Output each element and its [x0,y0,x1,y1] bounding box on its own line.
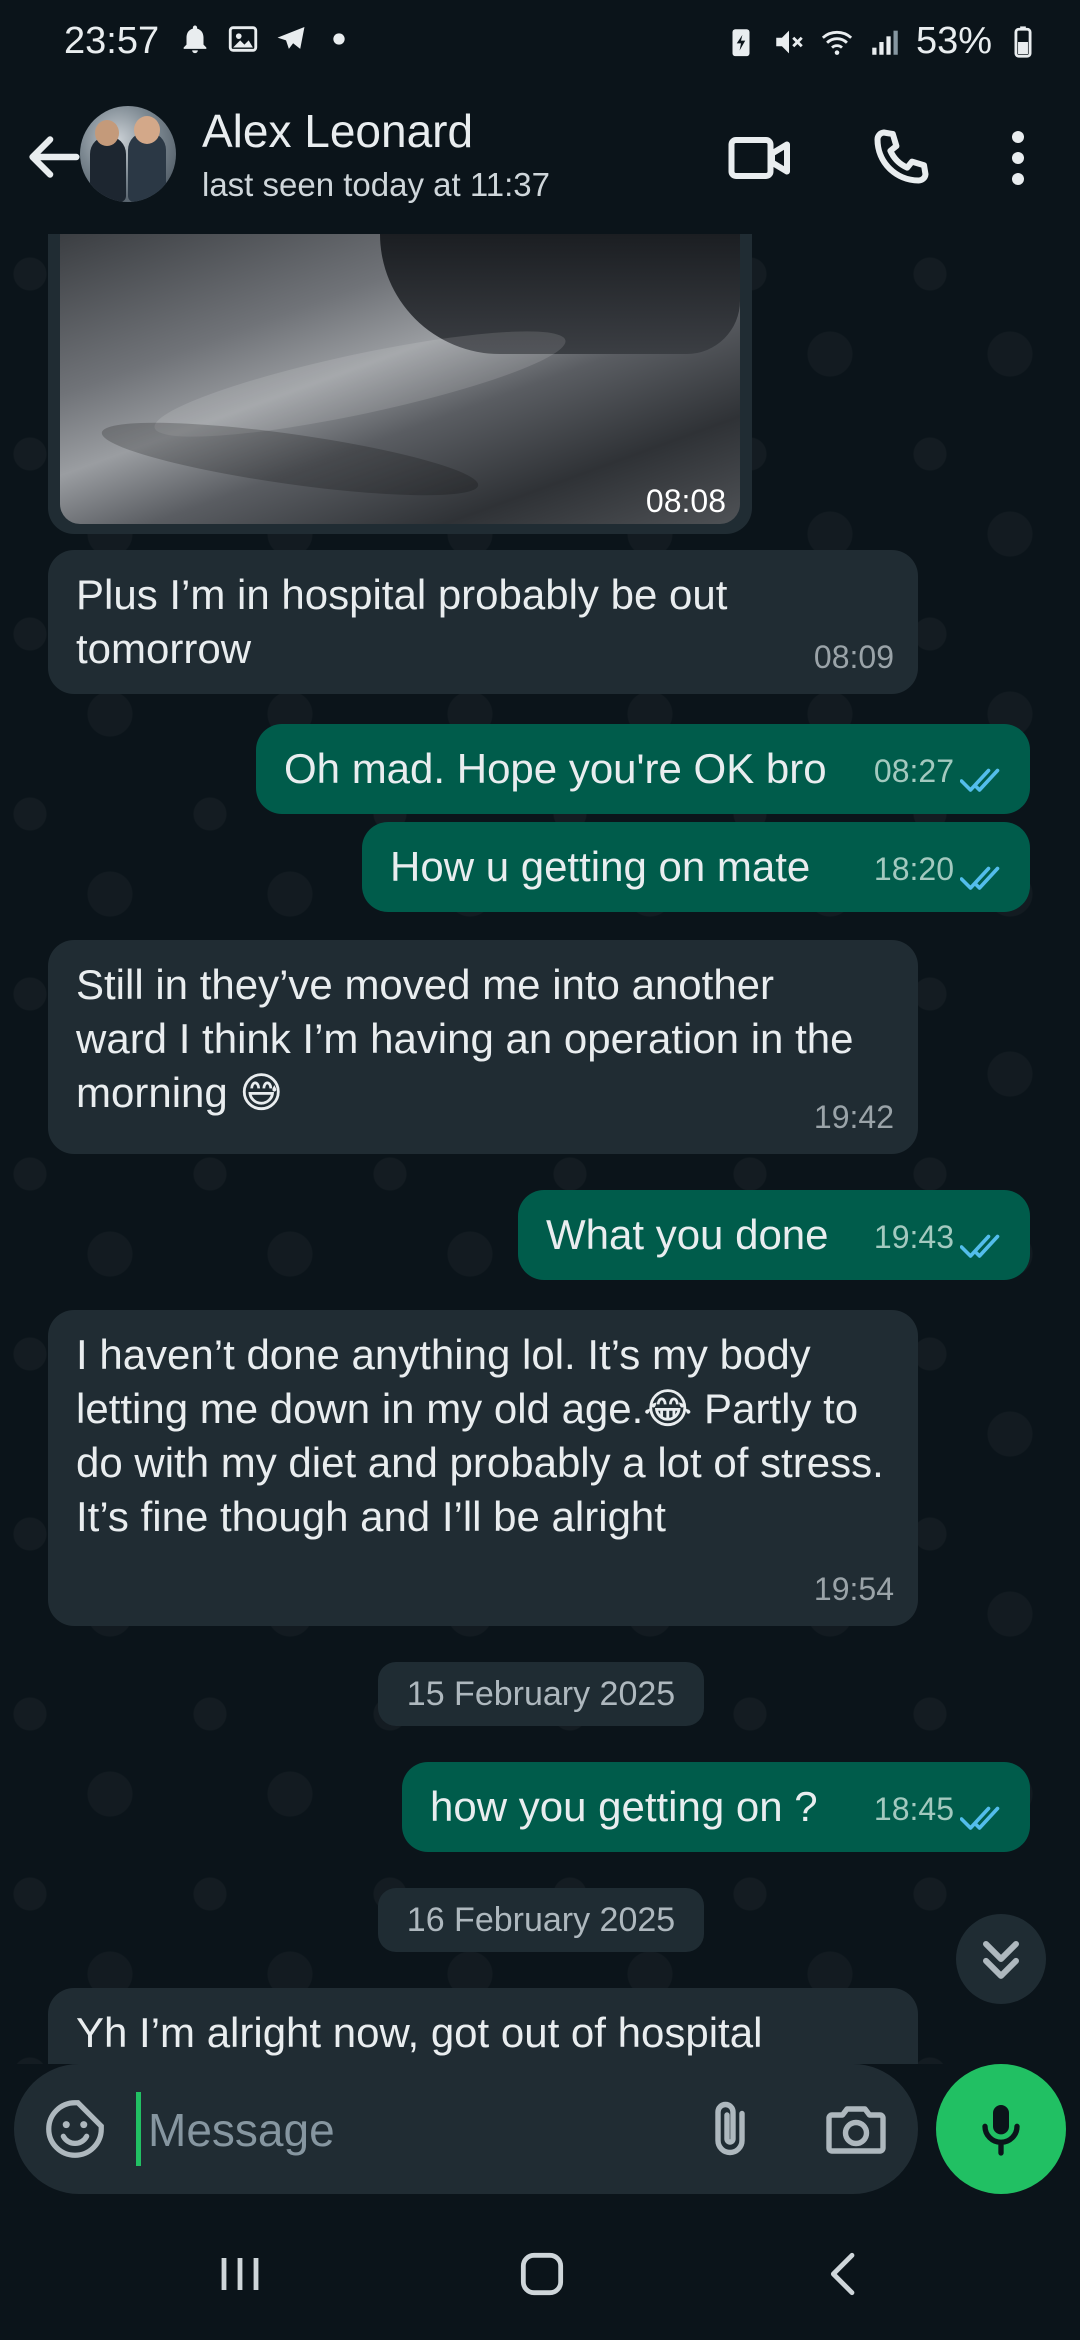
contact-name[interactable]: Alex Leonard [202,104,473,158]
avatar[interactable] [80,106,176,202]
read-ticks-icon [960,1234,1000,1258]
mute-icon [776,30,803,53]
message-text: Plus I’m in hospital probably be out tom… [76,571,728,672]
read-ticks-icon [960,866,1000,890]
battery-icon [1014,25,1032,58]
message-time: 08:27 [873,753,954,789]
message-list[interactable]: 08:08 Plus I’m in hospital probably be o… [0,234,1080,2064]
camera-icon[interactable] [820,2094,892,2166]
text-cursor [136,2092,141,2166]
wifi-icon [821,30,853,55]
battery-percent: 53% [915,20,992,62]
date-separator: 15 February 2025 [378,1662,704,1726]
phone-icon[interactable] [864,122,936,194]
scroll-to-bottom-button[interactable] [956,1914,1046,2004]
message-text: I haven’t done anything lol. It’s my bod… [76,1331,884,1540]
read-ticks-icon [960,768,1000,792]
message-time: 08:08 [645,483,726,519]
message-input[interactable] [146,2086,670,2174]
incoming-message[interactable]: Still in they’ve moved me into another w… [48,940,918,1154]
double-chevron-down-icon [983,1941,1019,1979]
message-text: How u getting on mate [390,843,811,890]
telegram-icon [277,26,305,49]
outgoing-message[interactable]: Oh mad. Hope you're OK bro 08:27 [256,724,1030,814]
home-icon[interactable] [510,2242,574,2306]
message-time: 19:54 [813,1571,894,1607]
last-seen-status: last seen today at 11:37 [202,166,550,203]
back-arrow-icon[interactable] [18,122,88,192]
dot-icon [333,33,345,45]
message-time: 19:42 [813,1099,894,1135]
message-time: 18:45 [873,1791,954,1827]
more-vert-icon[interactable] [982,122,1054,194]
gallery-icon [228,26,258,52]
recents-icon[interactable] [208,2242,272,2306]
mic-icon [982,2105,1020,2156]
message-time: 19:43 [873,1219,954,1255]
system-nav-bar [0,2204,1080,2340]
message-text: Oh mad. Hope you're OK bro [284,745,827,792]
voice-record-button[interactable] [936,2064,1066,2194]
incoming-message[interactable]: I haven’t done anything lol. It’s my bod… [48,1310,918,1626]
message-composer [0,2064,1080,2204]
incoming-message[interactable]: Plus I’m in hospital probably be out tom… [48,550,918,694]
status-time: 23:57 [64,20,160,62]
attach-icon[interactable] [694,2094,766,2166]
read-ticks-icon [960,1806,1000,1830]
outgoing-message[interactable]: How u getting on mate 18:20 [362,822,1030,912]
message-time: 18:20 [873,851,954,887]
message-text: Yh I’m alright now, got out of hospital [76,2009,763,2056]
chat-header: Alex Leonard last seen today at 11:37 [0,84,1080,234]
status-bar: 23:57 53% [0,0,1080,84]
message-text: how you getting on ? [430,1783,818,1830]
back-icon[interactable] [812,2242,876,2306]
image-thumbnail[interactable] [60,234,740,524]
incoming-message[interactable]: Yh I’m alright now, got out of hospital [48,1988,918,2064]
bell-icon [183,25,207,54]
outgoing-message[interactable]: how you getting on ? 18:45 [402,1762,1030,1852]
sticker-icon[interactable] [40,2094,110,2164]
message-text: Still in they’ve moved me into another w… [76,961,854,1116]
message-text: What you done [546,1211,829,1258]
date-separator: 16 February 2025 [378,1888,704,1952]
message-time: 08:09 [813,639,894,675]
battery-saver-icon [732,28,750,56]
outgoing-message[interactable]: What you done 19:43 [518,1190,1030,1280]
video-call-icon[interactable] [724,122,796,194]
message-input-container[interactable] [14,2064,918,2194]
image-message[interactable]: 08:08 [48,234,752,534]
signal-icon [872,30,898,55]
